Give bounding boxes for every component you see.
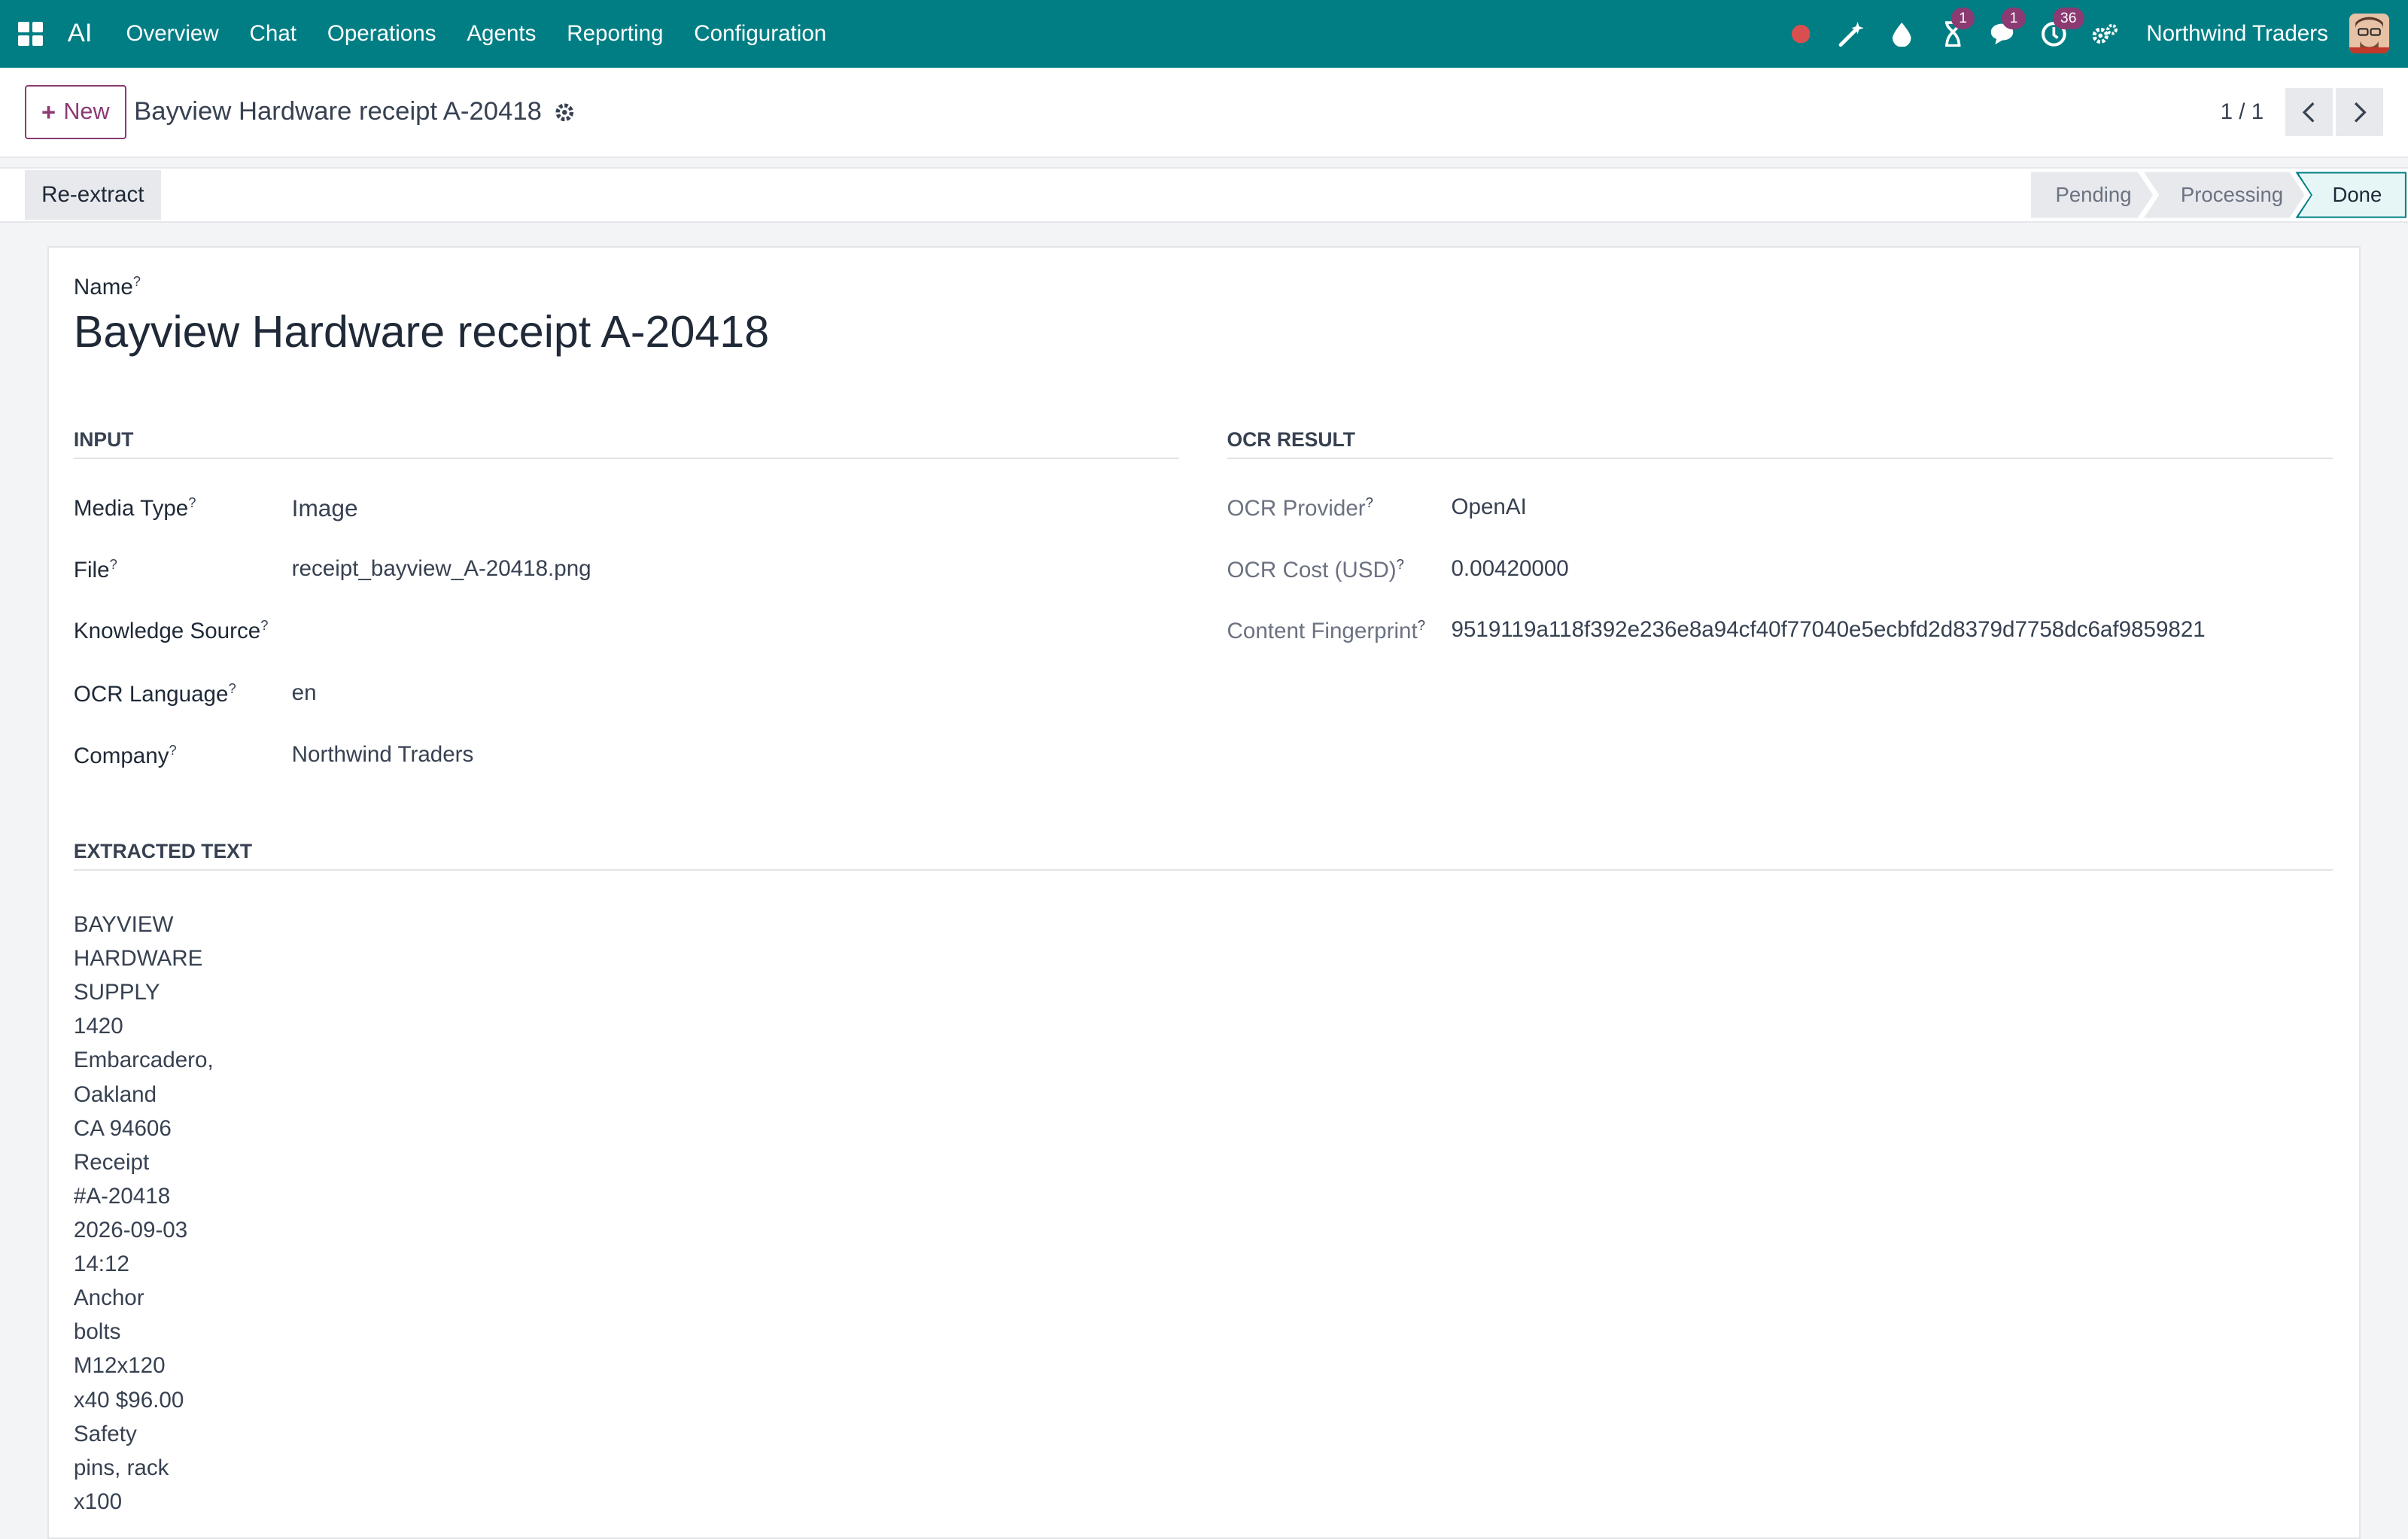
media-type-label: Media Type?: [74, 494, 196, 522]
company-label: Company?: [74, 742, 177, 769]
ocr-provider-link[interactable]: OpenAI: [1451, 494, 1526, 520]
field-ocr-cost: OCR Cost (USD)? 0.00420000: [1227, 556, 1569, 583]
group-title-ocr-result: OCR RESULT: [1227, 428, 2333, 460]
top-navbar: AI Overview Chat Operations Agents Repor…: [0, 0, 2408, 68]
chevron-right-icon: [2354, 102, 2367, 123]
file-label-text: File: [73, 557, 110, 582]
stage-pending-label: Pending: [2055, 183, 2132, 207]
reextract-button[interactable]: Re-extract: [24, 170, 161, 220]
menu-configuration[interactable]: Configuration: [694, 21, 826, 47]
drop-icon[interactable]: [1888, 20, 1916, 48]
file-value[interactable]: receipt_bayview_A-20418.png: [292, 556, 591, 582]
stage-statusbar: Pending Processing Done: [2031, 172, 2406, 218]
help-tooltip-icon[interactable]: ?: [169, 742, 176, 758]
media-type-value[interactable]: Image: [292, 494, 358, 522]
systray: 1 1 36 Northwind Traders: [1764, 8, 2390, 54]
help-tooltip-icon[interactable]: ?: [1397, 556, 1404, 572]
plus-icon: +: [41, 97, 56, 126]
ocr-language-label: OCR Language?: [74, 680, 236, 707]
field-ocr-language: OCR Language? en: [74, 680, 317, 707]
help-tooltip-icon[interactable]: ?: [110, 556, 117, 572]
name-label: Name?: [74, 273, 141, 300]
clock-badge: 36: [2052, 8, 2084, 29]
stage-pending[interactable]: Pending: [2031, 172, 2153, 217]
ocr-cost-label: OCR Cost (USD)?: [1227, 556, 1404, 583]
help-tooltip-icon[interactable]: ?: [1418, 617, 1425, 633]
new-button-label: New: [63, 99, 110, 125]
knowledge-source-label: Knowledge Source?: [74, 617, 269, 644]
ocr-provider-label: OCR Provider?: [1227, 494, 1373, 522]
stage-done[interactable]: Done: [2295, 172, 2406, 218]
menu-operations[interactable]: Operations: [327, 21, 436, 47]
help-tooltip-icon[interactable]: ?: [1366, 494, 1373, 510]
help-tooltip-icon[interactable]: ?: [228, 680, 236, 696]
field-media-type: Media Type? Image: [74, 494, 358, 522]
media-type-label-text: Media Type: [73, 495, 189, 521]
ocr-language-value[interactable]: en: [292, 680, 317, 706]
help-tooltip-icon[interactable]: ?: [260, 617, 268, 633]
company-value[interactable]: Northwind Traders: [292, 742, 474, 768]
help-tooltip-icon[interactable]: ?: [133, 273, 141, 289]
group-title-input: INPUT: [73, 428, 1180, 460]
help-tooltip-icon[interactable]: ?: [188, 494, 196, 510]
record-dot-icon[interactable]: [1787, 20, 1815, 48]
name-field[interactable]: Bayview Hardware receipt A-20418: [74, 306, 769, 357]
pager: 1 / 1: [2221, 88, 2384, 136]
chevron-left-icon: [2302, 102, 2315, 123]
ocr-provider-label-text: OCR Provider: [1227, 495, 1366, 521]
form-sheet: Name? Bayview Hardware receipt A-20418 I…: [47, 245, 2361, 1539]
content-fingerprint-value[interactable]: 9519119a118f392e236e8a94cf40f77040e5ecbf…: [1451, 617, 2205, 643]
ocr-cost-value[interactable]: 0.00420000: [1451, 556, 1568, 582]
new-button[interactable]: + New: [24, 85, 126, 139]
field-file: File? receipt_bayview_A-20418.png: [74, 556, 591, 583]
chat-bubbles-icon[interactable]: 1: [1990, 8, 2026, 48]
field-ocr-provider: OCR Provider? OpenAI: [1227, 494, 1527, 522]
form-statusbar: Re-extract Pending Processing Done: [0, 167, 2408, 223]
magic-wand-icon[interactable]: [1838, 20, 1865, 48]
activity-badge: 1: [1951, 8, 1975, 29]
file-label: File?: [74, 556, 117, 583]
menu-agents[interactable]: Agents: [467, 21, 536, 47]
field-company: Company? Northwind Traders: [74, 742, 473, 769]
company-label-text: Company: [73, 743, 169, 768]
stage-done-label: Done: [2332, 183, 2382, 207]
name-label-text: Name: [73, 275, 133, 300]
pager-value[interactable]: 1 / 1: [2221, 99, 2264, 125]
menu-chat[interactable]: Chat: [250, 21, 296, 47]
clock-icon[interactable]: 36: [2040, 8, 2084, 48]
app-name[interactable]: AI: [68, 19, 93, 48]
company-switcher[interactable]: Northwind Traders: [2146, 21, 2328, 47]
user-avatar[interactable]: [2349, 14, 2390, 54]
control-panel: + New Bayview Hardware receipt A-20418 1 …: [0, 67, 2408, 159]
stage-processing[interactable]: Processing: [2144, 172, 2305, 217]
gear-icon[interactable]: [554, 102, 576, 123]
field-knowledge-source: Knowledge Source?: [74, 617, 269, 644]
breadcrumb-record-title: Bayview Hardware receipt A-20418: [134, 97, 542, 126]
field-content-fingerprint: Content Fingerprint? 9519119a118f392e236…: [1227, 617, 2206, 644]
pager-next-button[interactable]: [2336, 88, 2384, 136]
pager-previous-button[interactable]: [2285, 88, 2333, 136]
content-fingerprint-label: Content Fingerprint?: [1227, 617, 1425, 644]
menu-overview[interactable]: Overview: [126, 21, 218, 47]
messages-badge: 1: [2002, 8, 2026, 29]
stage-processing-label: Processing: [2180, 183, 2284, 207]
extracted-text-field[interactable]: BAYVIEW HARDWARE SUPPLY 1420 Embarcadero…: [74, 908, 242, 1519]
settings-gears-icon[interactable]: [2091, 20, 2119, 48]
hourglass-icon[interactable]: 1: [1939, 8, 1975, 48]
knowledge-source-label-text: Knowledge Source: [73, 619, 261, 644]
group-title-extracted-text: EXTRACTED TEXT: [73, 840, 2333, 871]
menu-reporting[interactable]: Reporting: [567, 21, 663, 47]
ocr-language-label-text: OCR Language: [73, 681, 229, 707]
ocr-cost-label-text: OCR Cost (USD): [1227, 557, 1397, 582]
content-fingerprint-label-text: Content Fingerprint: [1227, 619, 1418, 644]
apps-menu-icon[interactable]: [18, 21, 44, 47]
